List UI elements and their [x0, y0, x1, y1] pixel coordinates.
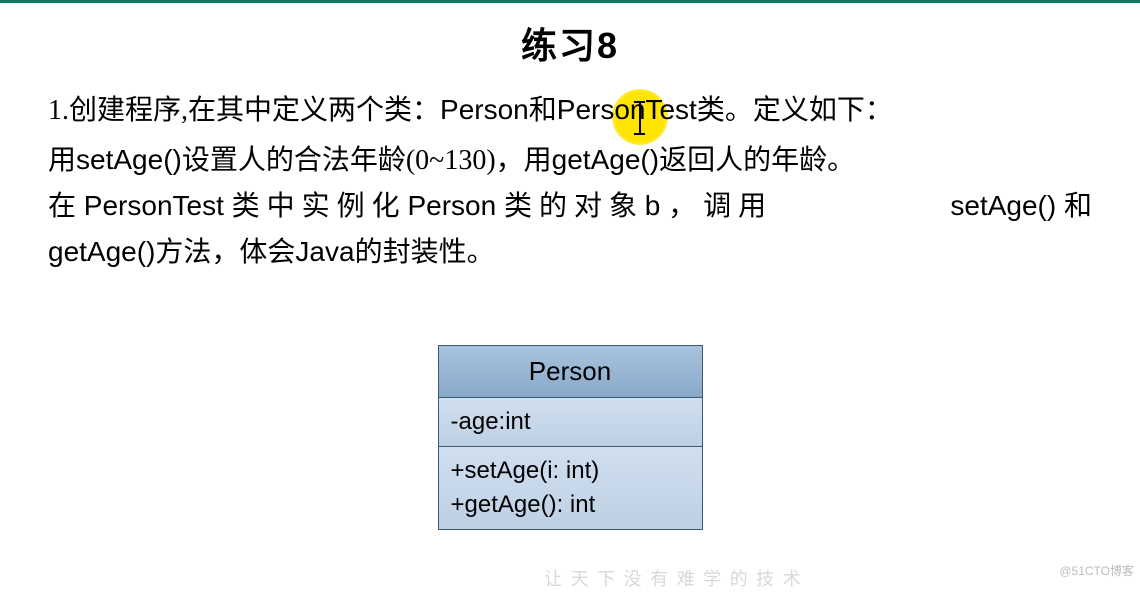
p2-line2: 在 PersonTest 类 中 实 例 化 Person 类 的 对 象 b …: [48, 184, 1092, 230]
p1-word-person-a: Perso: [440, 94, 513, 125]
p2-l1-d: getAge(): [552, 144, 659, 175]
p2-l3-d: 的封装性。: [355, 237, 495, 268]
p2-l1-b: setAge(): [76, 144, 182, 175]
p2-line3: getAge()方法，体会Java的封装性。: [48, 230, 1092, 276]
p2-l3-a: getAge(): [48, 236, 155, 267]
p2-l3-b: 方法，体会: [155, 237, 295, 268]
watermark-right: @51CTO博客: [1059, 562, 1134, 579]
p2-l2-c: 类 中 实 例 化: [232, 191, 400, 222]
p2-l3-c: Java: [295, 236, 354, 267]
content-area: 1.创建程序,在其中定义两个类：Person和PersonTest类。定义如下：…: [0, 69, 1140, 530]
uml-op-getage: +getAge(): int: [451, 491, 690, 519]
uml-attr-age: -age:int: [451, 408, 690, 436]
p1-mid: 和: [529, 95, 557, 126]
p1-word-person-b: n: [513, 94, 529, 125]
uml-attributes: -age:int: [439, 398, 702, 447]
uml-class-diagram: Person -age:int +setAge(i: int) +getAge(…: [438, 345, 703, 530]
uml-class-name: Person: [439, 346, 702, 398]
p1-word-persontest: PersonTest: [557, 94, 697, 125]
paragraph-2: 用setAge()设置人的合法年龄(0~130)，用getAge()返回人的年龄…: [48, 138, 1092, 275]
page-title: 练习8: [0, 17, 1140, 69]
p2-l2-g: ， 调 用: [668, 191, 766, 222]
p2-l2-i: 和: [1064, 191, 1092, 222]
p2-line1: 用setAge()设置人的合法年龄(0~130)，用getAge()返回人的年龄…: [48, 138, 1092, 184]
p2-l2-b: PersonTest: [76, 190, 232, 221]
p2-l2-f: b: [637, 190, 668, 221]
p2-l1-c: 设置人的合法年龄(0~130)，用: [182, 145, 552, 176]
uml-op-setage: +setAge(i: int): [451, 457, 690, 485]
p2-l2-h: setAge(): [950, 190, 1064, 221]
p2-l2-d: Person: [400, 190, 504, 221]
p1-post: 类。定义如下：: [697, 95, 893, 126]
paragraph-1: 1.创建程序,在其中定义两个类：Person和PersonTest类。定义如下：: [48, 89, 1092, 132]
p2-l2-e: 类 的 对 象: [504, 191, 637, 222]
p2-l1-e: 返回人的年龄。: [659, 145, 855, 176]
p2-l1-a: 用: [48, 145, 76, 176]
p1-pre: 1.创建程序,在其中定义两个类：: [48, 95, 440, 126]
p2-l2-a: 在: [48, 191, 76, 222]
watermark-center: 让 天 下 没 有 难 学 的 技 术: [544, 565, 803, 591]
uml-operations: +setAge(i: int) +getAge(): int: [439, 447, 702, 529]
